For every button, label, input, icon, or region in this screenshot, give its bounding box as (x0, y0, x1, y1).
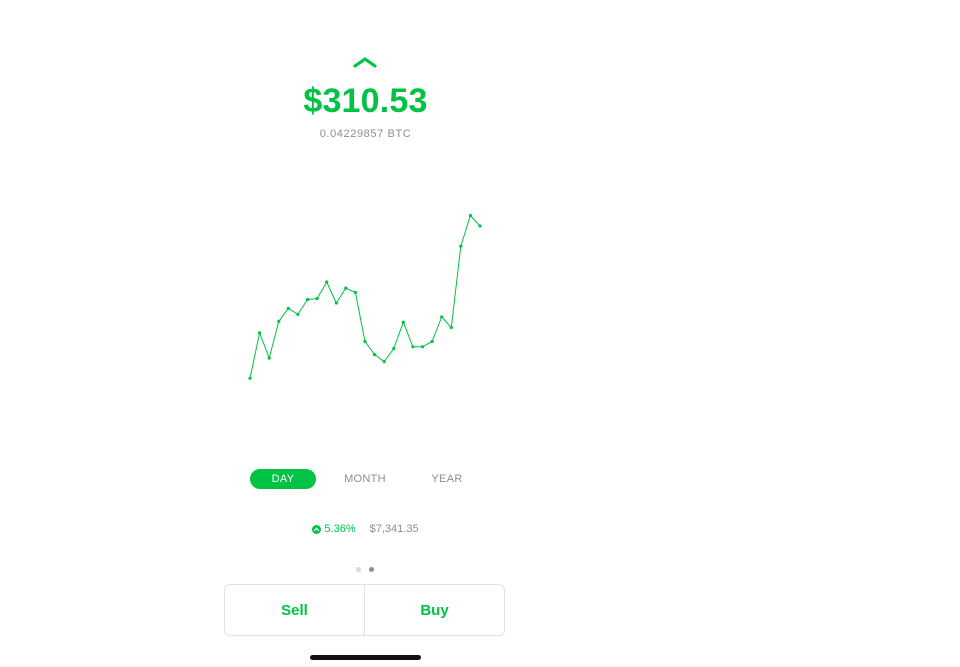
price-point (248, 376, 252, 380)
price-stats: 5.36% $7,341.35 (225, 520, 506, 538)
price-point (334, 301, 338, 305)
page-dot-2[interactable] (369, 567, 374, 572)
arrow-up-circle-icon (312, 524, 322, 534)
price-point (401, 320, 405, 324)
range-tab-day[interactable]: DAY (250, 469, 316, 489)
chevron-up-icon (353, 57, 377, 68)
price-point (315, 297, 319, 301)
balance-usd: $310.53 (303, 82, 428, 120)
sell-button[interactable]: Sell (225, 585, 364, 635)
trade-actions: Sell Buy (224, 584, 505, 636)
price-point (392, 346, 396, 351)
price-point (468, 213, 472, 218)
buy-button[interactable]: Buy (364, 585, 504, 635)
time-range-selector: DAY MONTH YEAR (250, 469, 490, 489)
collapse-button[interactable] (350, 52, 380, 72)
price-point (353, 290, 357, 295)
price-chart (248, 213, 482, 380)
price-point (363, 339, 367, 344)
price-point (286, 306, 290, 310)
price-point (382, 360, 386, 364)
price-point (420, 345, 425, 349)
price-point (277, 319, 281, 323)
price-point (440, 315, 444, 319)
price-point (258, 331, 262, 335)
price-point (478, 224, 482, 228)
price-point (449, 325, 453, 330)
price-point (344, 286, 348, 290)
home-indicator[interactable] (310, 655, 421, 660)
price-change: 5.36% (312, 523, 356, 535)
price-point (267, 356, 271, 360)
range-tab-month[interactable]: MONTH (332, 469, 398, 489)
bitcoin-detail-screen: $310.53 0.04229857 BTC DAY MONTH YEAR 5.… (0, 0, 960, 667)
range-tab-year[interactable]: YEAR (414, 469, 480, 489)
price-point (373, 353, 377, 357)
price-point (411, 345, 415, 349)
price-line (249, 215, 481, 379)
price-point (325, 280, 329, 284)
page-dot-1[interactable] (356, 567, 361, 572)
price-point (459, 244, 463, 248)
price-point (305, 297, 310, 302)
price-point (296, 312, 300, 316)
price-point (430, 339, 434, 344)
balance-btc: 0.04229857 BTC (319, 128, 412, 140)
page-indicator (353, 567, 377, 575)
btc-price: $7,341.35 (369, 523, 419, 535)
price-change-percent: 5.36% (324, 523, 356, 535)
